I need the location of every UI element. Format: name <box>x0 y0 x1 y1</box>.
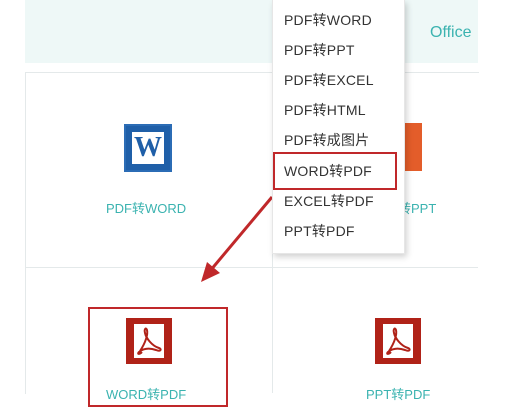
menu-item-pdf-to-ppt[interactable]: PDF转PPT <box>273 35 404 65</box>
menu-item-excel-to-pdf[interactable]: EXCEL转PDF <box>273 186 404 216</box>
conversion-dropdown-menu: PDF转WORD PDF转PPT PDF转EXCEL PDF转HTML PDF转… <box>272 0 405 254</box>
menu-item-pdf-to-html[interactable]: PDF转HTML <box>273 95 404 125</box>
menu-highlight-word-to-pdf <box>273 152 397 190</box>
menu-item-pdf-to-image[interactable]: PDF转成图片 <box>273 125 404 155</box>
annotation-arrow-icon <box>201 196 274 282</box>
menu-item-ppt-to-pdf[interactable]: PPT转PDF <box>273 216 404 246</box>
menu-item-pdf-to-word[interactable]: PDF转WORD <box>273 5 404 35</box>
menu-item-pdf-to-excel[interactable]: PDF转EXCEL <box>273 65 404 95</box>
